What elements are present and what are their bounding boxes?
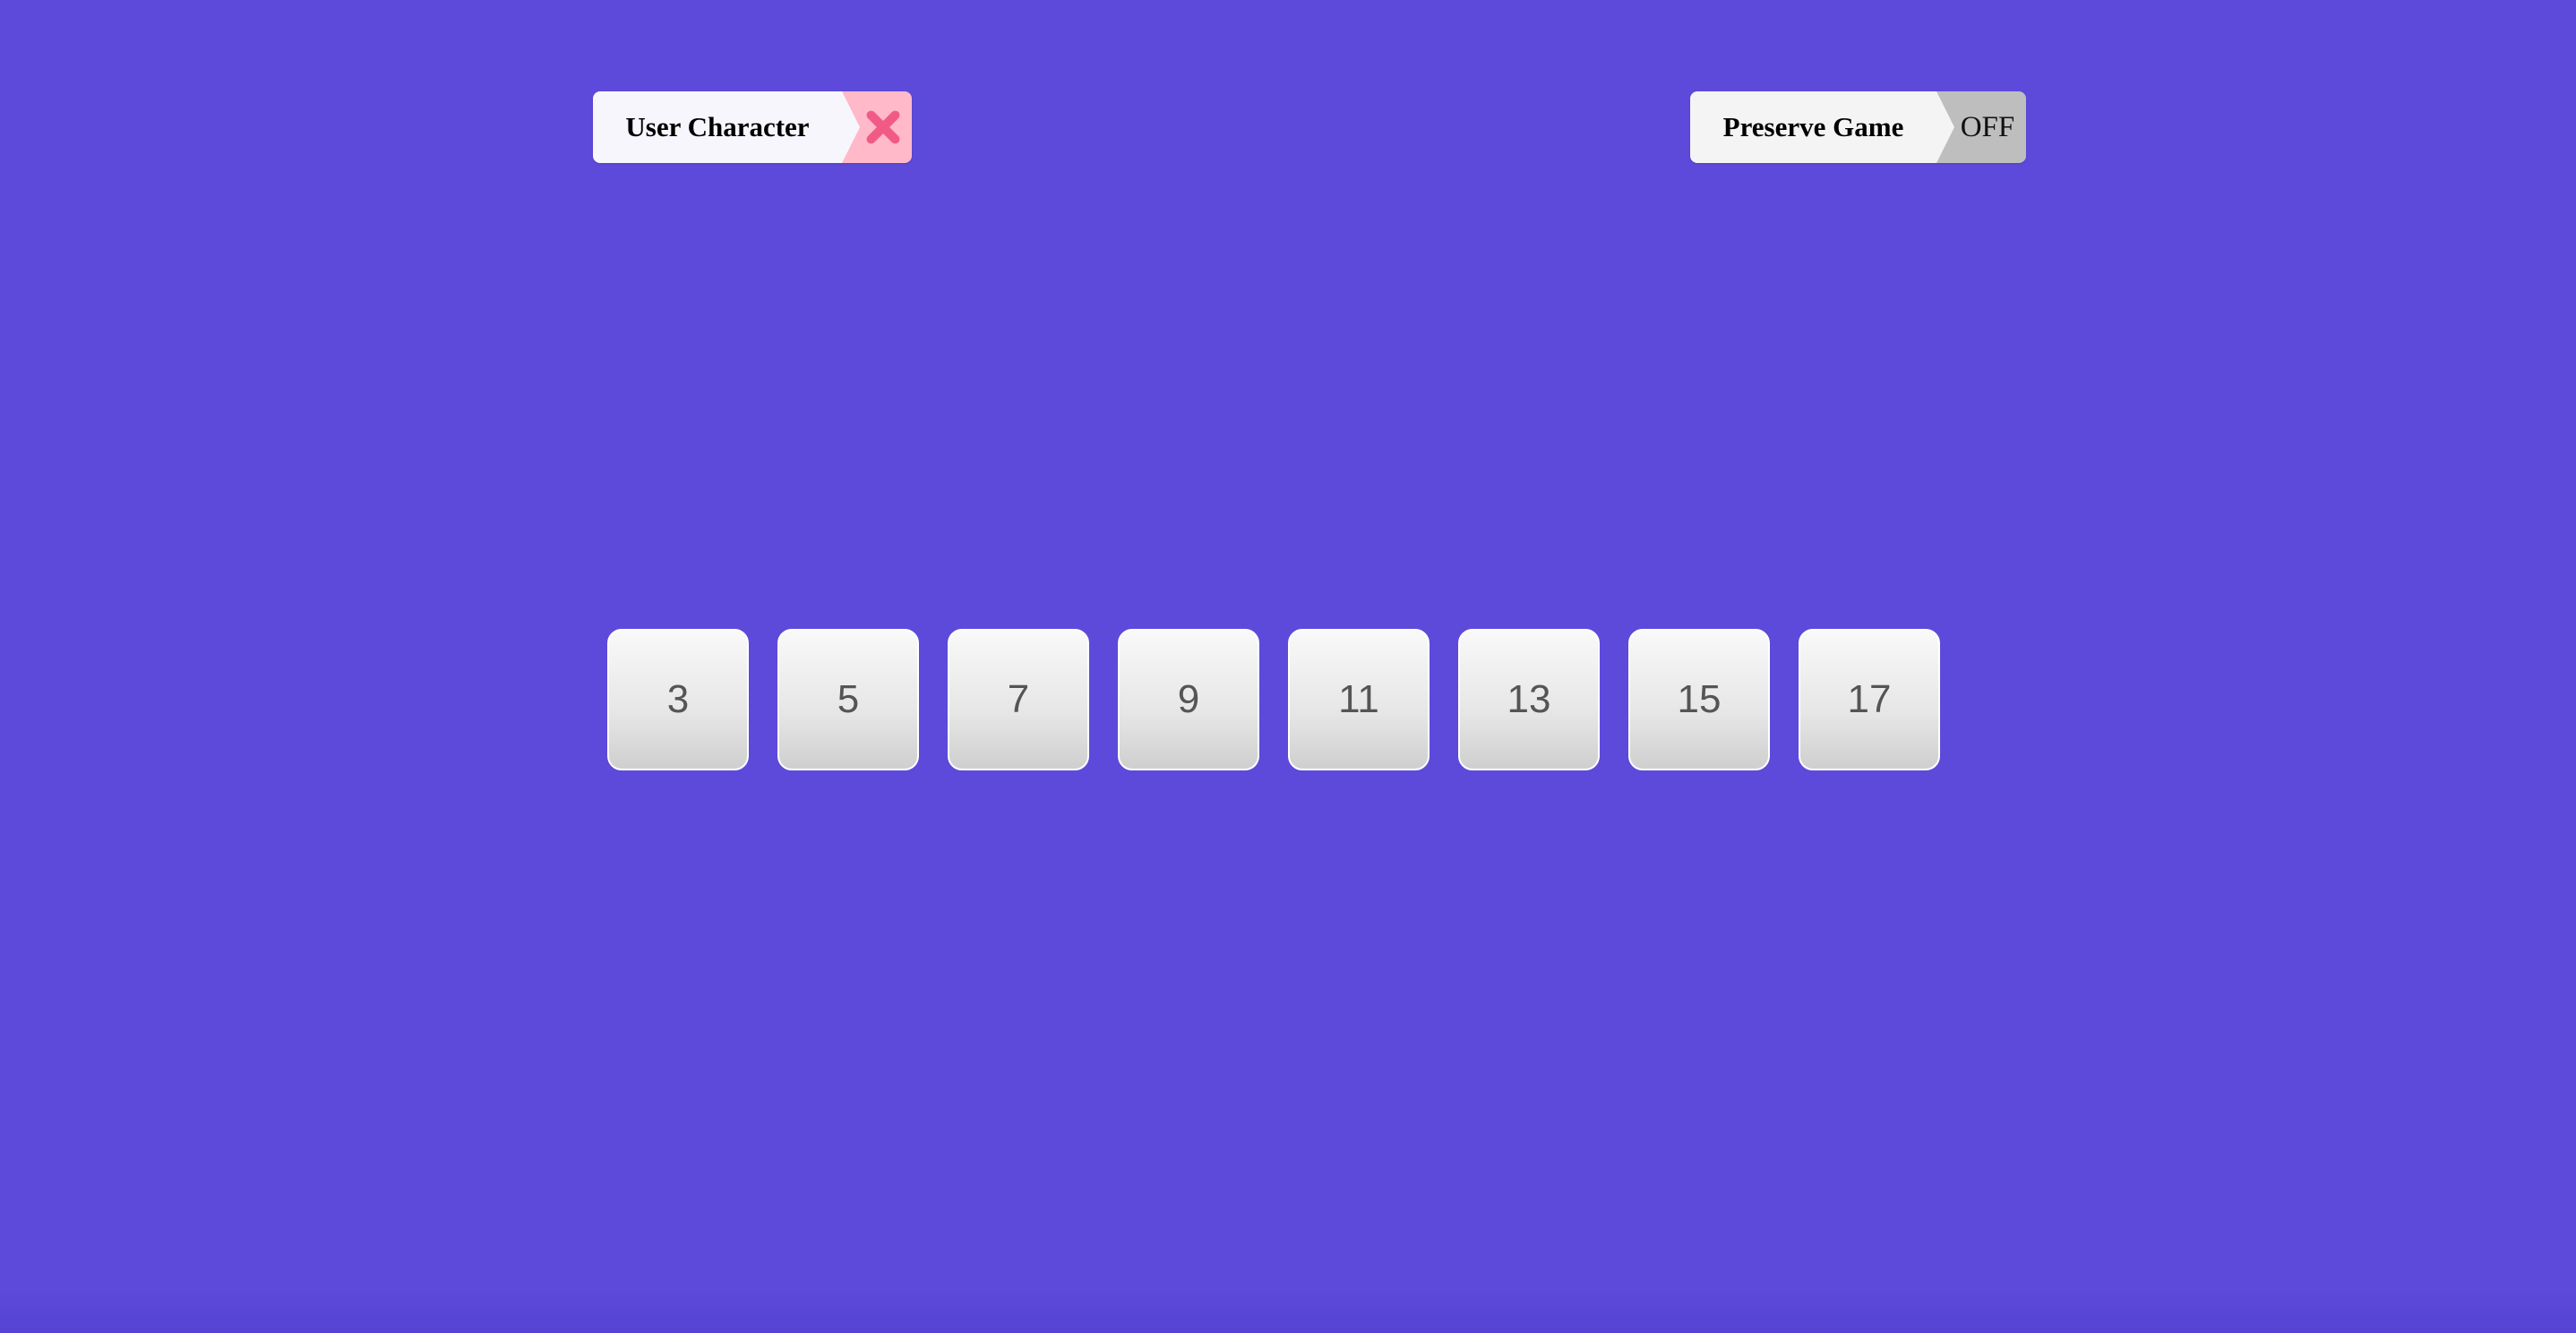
number-tile[interactable]: 9 xyxy=(1118,629,1259,770)
user-character-label: User Character xyxy=(593,91,860,163)
number-tile[interactable]: 11 xyxy=(1288,629,1430,770)
bottom-shade xyxy=(0,1288,2576,1333)
number-tile[interactable]: 17 xyxy=(1799,629,1940,770)
preserve-game-label: Preserve Game xyxy=(1690,91,1954,163)
user-character-toggle[interactable]: User Character xyxy=(593,91,912,163)
close-icon xyxy=(863,108,902,147)
preserve-game-toggle[interactable]: Preserve Game OFF xyxy=(1690,91,2026,163)
number-tile[interactable]: 3 xyxy=(607,629,749,770)
number-tile[interactable]: 5 xyxy=(777,629,919,770)
number-tile[interactable]: 7 xyxy=(948,629,1089,770)
number-tile[interactable]: 15 xyxy=(1628,629,1770,770)
number-tiles: 3 5 7 9 11 13 15 17 xyxy=(607,629,1940,770)
game-screen: { "colors": { "background": "#5d4adb", "… xyxy=(0,0,2576,1333)
number-tile[interactable]: 13 xyxy=(1458,629,1600,770)
